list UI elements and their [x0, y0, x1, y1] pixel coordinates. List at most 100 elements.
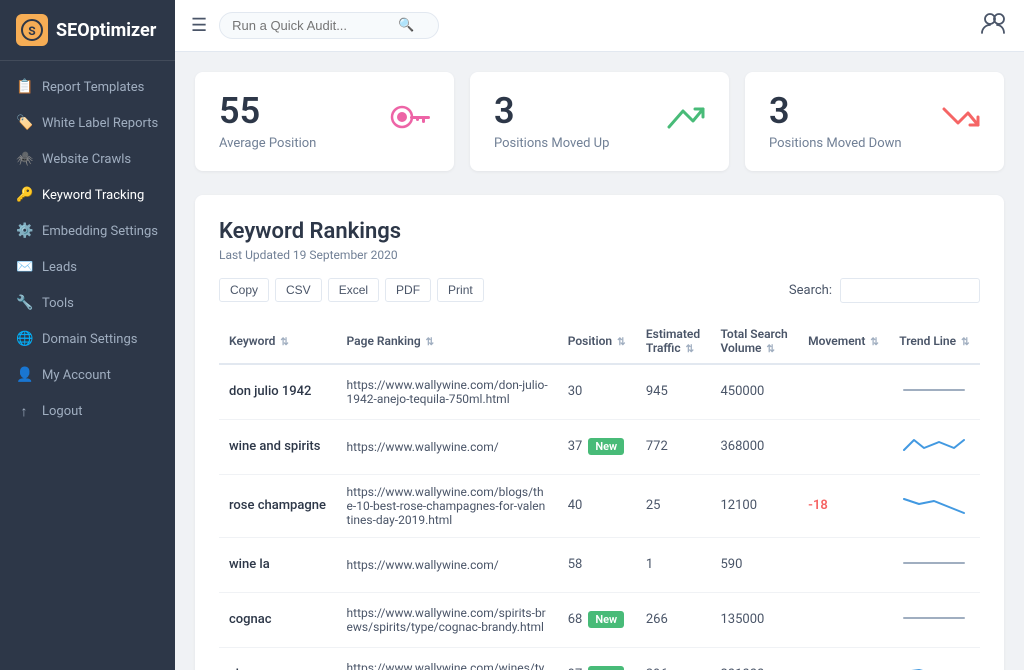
sidebar-icon-my-account: 👤	[16, 367, 32, 383]
copy-button[interactable]: Copy	[219, 278, 269, 302]
col-movement[interactable]: Movement ⇅	[798, 319, 889, 364]
positions-down-value: 3	[769, 92, 902, 132]
col-keyword[interactable]: Keyword ⇅	[219, 319, 337, 364]
topbar-right	[980, 11, 1008, 41]
cell-estimated-traffic: 266	[636, 592, 711, 647]
cell-trend	[889, 419, 980, 474]
col-trend-line[interactable]: Trend Line ⇅	[889, 319, 980, 364]
stat-card-positions-up: 3 Positions Moved Up	[470, 72, 729, 171]
positions-down-label: Positions Moved Down	[769, 136, 902, 151]
quick-audit-search[interactable]: 🔍	[219, 12, 439, 39]
cell-estimated-traffic: 25	[636, 474, 711, 537]
cell-total-search-volume: 201000	[710, 647, 798, 670]
cell-url: https://www.wallywine.com/don-julio-1942…	[337, 364, 558, 420]
app-name: SEOptimizer	[56, 20, 156, 41]
sidebar-icon-leads: ✉️	[16, 259, 32, 275]
sidebar-nav: 📋 Report Templates🏷️ White Label Reports…	[0, 61, 175, 670]
arrow-down-icon	[940, 101, 980, 141]
key-icon	[390, 101, 430, 141]
sidebar-item-report-templates[interactable]: 📋 Report Templates	[0, 69, 175, 105]
cell-position: 37New	[558, 419, 636, 474]
sidebar-label-tools: Tools	[42, 296, 74, 311]
cell-trend	[889, 474, 980, 537]
search-icon: 🔍	[398, 18, 414, 33]
print-button[interactable]: Print	[437, 278, 484, 302]
cell-movement	[798, 592, 889, 647]
stats-row: 55 Average Position 3 Posi	[195, 72, 1004, 171]
cell-movement	[798, 364, 889, 420]
sidebar-label-domain-settings: Domain Settings	[42, 332, 137, 347]
table-search: Search:	[789, 278, 980, 303]
stat-card-positions-down: 3 Positions Moved Down	[745, 72, 1004, 171]
cell-position: 97New	[558, 647, 636, 670]
main-area: ☰ 🔍 55 Average Position	[175, 0, 1024, 670]
keyword-table: Keyword ⇅ Page Ranking ⇅ Position ⇅ Esti…	[219, 319, 980, 670]
cell-estimated-traffic: 396	[636, 647, 711, 670]
movement-value: -18	[808, 498, 828, 513]
stat-info-down: 3 Positions Moved Down	[769, 92, 902, 151]
sidebar-label-my-account: My Account	[42, 368, 111, 383]
cell-movement	[798, 419, 889, 474]
cell-position: 40	[558, 474, 636, 537]
sidebar-label-keyword-tracking: Keyword Tracking	[42, 188, 144, 203]
cell-trend	[889, 592, 980, 647]
cell-estimated-traffic: 1	[636, 537, 711, 592]
cell-keyword: wine and spirits	[219, 419, 337, 474]
stat-info: 55 Average Position	[219, 92, 316, 151]
cell-url: https://www.wallywine.com/wines/type/cha…	[337, 647, 558, 670]
avg-position-value: 55	[219, 92, 316, 132]
topbar: ☰ 🔍	[175, 0, 1024, 52]
cell-url: https://www.wallywine.com/blogs/the-10-b…	[337, 474, 558, 537]
avg-position-label: Average Position	[219, 136, 316, 151]
cell-estimated-traffic: 772	[636, 419, 711, 474]
cell-total-search-volume: 135000	[710, 592, 798, 647]
sidebar-icon-white-label-reports: 🏷️	[16, 115, 32, 131]
arrow-up-icon	[665, 101, 705, 141]
cell-url: https://www.wallywine.com/	[337, 537, 558, 592]
new-badge: New	[588, 666, 624, 670]
sidebar-item-tools[interactable]: 🔧 Tools	[0, 285, 175, 321]
sidebar: S SEOptimizer 📋 Report Templates🏷️ White…	[0, 0, 175, 670]
csv-button[interactable]: CSV	[275, 278, 322, 302]
new-badge: New	[588, 611, 624, 628]
sidebar-item-my-account[interactable]: 👤 My Account	[0, 357, 175, 393]
sidebar-label-website-crawls: Website Crawls	[42, 152, 131, 167]
sidebar-label-logout: Logout	[42, 404, 83, 419]
avatar-icon[interactable]	[980, 16, 1008, 41]
sidebar-item-leads[interactable]: ✉️ Leads	[0, 249, 175, 285]
sidebar-item-keyword-tracking[interactable]: 🔑 Keyword Tracking	[0, 177, 175, 213]
stat-card-avg-position: 55 Average Position	[195, 72, 454, 171]
sidebar-item-domain-settings[interactable]: 🌐 Domain Settings	[0, 321, 175, 357]
sidebar-item-logout[interactable]: ↑ Logout	[0, 393, 175, 430]
sidebar-icon-domain-settings: 🌐	[16, 331, 32, 347]
search-input[interactable]	[232, 18, 392, 33]
sidebar-item-website-crawls[interactable]: 🕷️ Website Crawls	[0, 141, 175, 177]
sidebar-item-embedding-settings[interactable]: ⚙️ Embedding Settings	[0, 213, 175, 249]
cell-keyword: don julio 1942	[219, 364, 337, 420]
sidebar-label-leads: Leads	[42, 260, 77, 275]
sidebar-icon-logout: ↑	[16, 403, 32, 420]
col-estimated-traffic[interactable]: EstimatedTraffic ⇅	[636, 319, 711, 364]
cell-keyword: rose champagne	[219, 474, 337, 537]
sidebar-icon-embedding-settings: ⚙️	[16, 223, 32, 239]
keyword-rankings-section: Keyword Rankings Last Updated 19 Septemb…	[195, 195, 1004, 670]
sidebar-item-white-label-reports[interactable]: 🏷️ White Label Reports	[0, 105, 175, 141]
pdf-button[interactable]: PDF	[385, 278, 431, 302]
sidebar-icon-website-crawls: 🕷️	[16, 151, 32, 167]
table-search-input[interactable]	[840, 278, 980, 303]
cell-estimated-traffic: 945	[636, 364, 711, 420]
sidebar-logo[interactable]: S SEOptimizer	[0, 0, 175, 61]
table-subtitle: Last Updated 19 September 2020	[219, 248, 980, 262]
col-total-search-volume[interactable]: Total SearchVolume ⇅	[710, 319, 798, 364]
col-page-ranking[interactable]: Page Ranking ⇅	[337, 319, 558, 364]
cell-position: 68New	[558, 592, 636, 647]
sidebar-label-report-templates: Report Templates	[42, 80, 144, 95]
excel-button[interactable]: Excel	[328, 278, 379, 302]
cell-url: https://www.wallywine.com/spirits-brews/…	[337, 592, 558, 647]
cell-position: 30	[558, 364, 636, 420]
menu-button[interactable]: ☰	[191, 15, 207, 36]
logo-icon: S	[16, 14, 48, 46]
col-position[interactable]: Position ⇅	[558, 319, 636, 364]
cell-total-search-volume: 450000	[710, 364, 798, 420]
table-title: Keyword Rankings	[219, 219, 980, 244]
